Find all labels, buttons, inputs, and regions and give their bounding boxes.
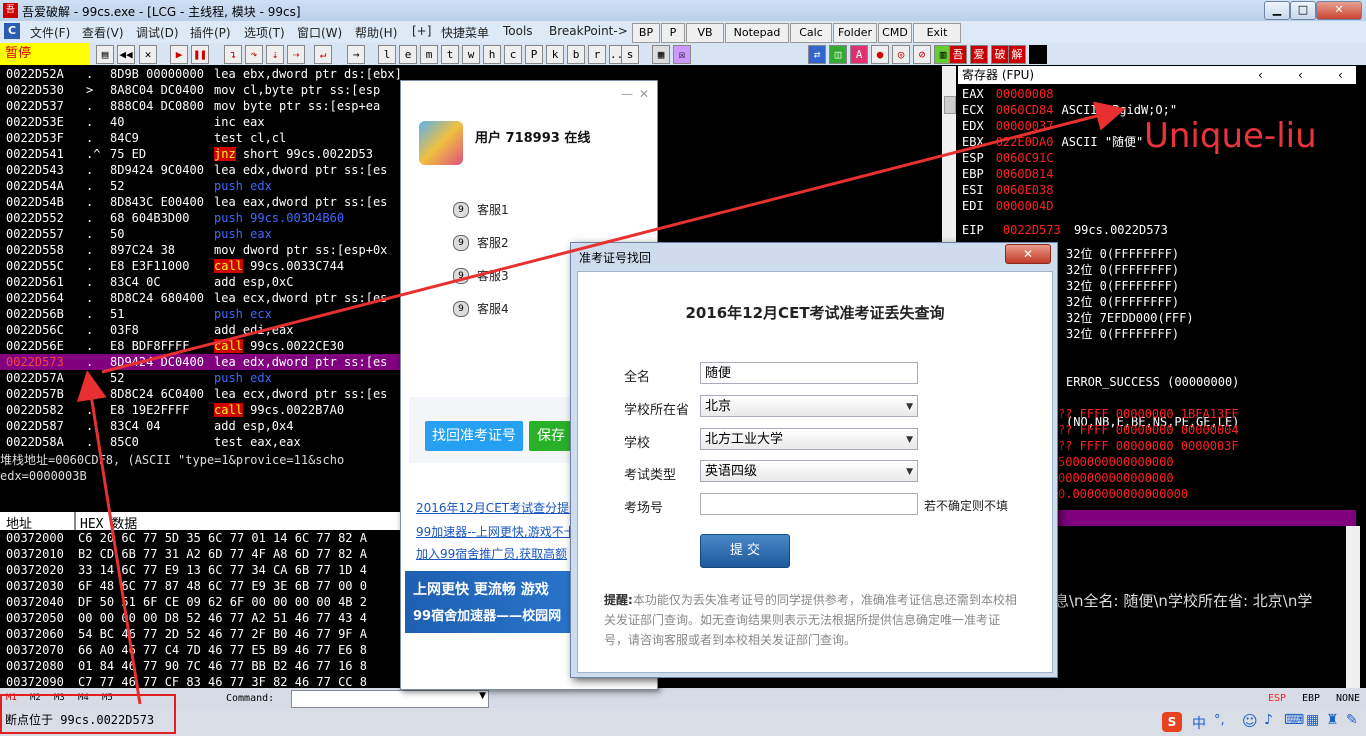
annotation-arrows	[76, 101, 1126, 705]
arrow-to-register	[101, 101, 1126, 374]
arrow-to-breakpoint	[76, 370, 142, 705]
